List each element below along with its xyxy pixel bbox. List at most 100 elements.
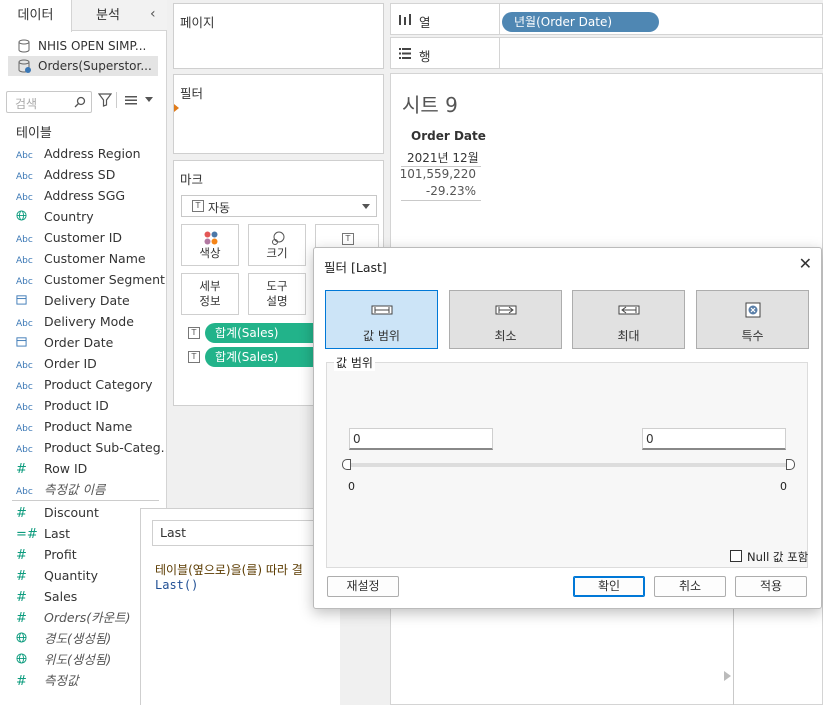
field-label: Product Name — [44, 419, 133, 434]
field-item[interactable]: Abc Address SD — [16, 164, 166, 185]
tab-analysis[interactable]: 분석 — [96, 0, 120, 31]
field-item[interactable]: Country — [16, 206, 166, 227]
field-item[interactable]: Abc Product Category — [16, 374, 166, 395]
datasource-orders[interactable]: Orders(Superstor... — [8, 56, 158, 76]
range-group-title: 값 범위 — [334, 354, 375, 371]
cancel-button[interactable]: 취소 — [654, 576, 726, 597]
filter-dialog: 필터 [Last] ✕ 값 범위 최소 최대 특수 값 범위 0 0 0 0 N… — [313, 247, 822, 609]
field-item[interactable]: Order Date — [16, 332, 166, 353]
tooltip-label: 도구 설명 — [266, 279, 288, 308]
ok-button[interactable]: 확인 — [573, 576, 645, 597]
field-item[interactable]: Abc Customer Segment — [16, 269, 166, 290]
tables-title: 테이블 — [16, 126, 52, 141]
filter-icon[interactable] — [98, 93, 112, 107]
order-date-pill[interactable]: 년월(Order Date) — [502, 12, 659, 32]
field-label: Delivery Mode — [44, 314, 134, 329]
view-list-icon[interactable] — [124, 93, 138, 107]
max-value-input[interactable]: 0 — [642, 428, 786, 450]
percent-value[interactable]: -29.23% — [426, 184, 476, 198]
tab-range[interactable]: 값 범위 — [325, 290, 438, 349]
field-label: Customer Segment — [44, 272, 165, 287]
detail-button[interactable]: 세부 정보 — [181, 273, 239, 315]
number-type-icon: # — [16, 590, 27, 605]
field-label: Last — [44, 526, 71, 541]
globe-icon — [16, 209, 44, 227]
min-value-input[interactable]: 0 — [349, 428, 493, 450]
field-label: Order ID — [44, 356, 97, 371]
special-icon — [745, 302, 761, 318]
string-type-icon: Abc — [16, 424, 33, 434]
calc-formula[interactable]: Last() — [155, 578, 198, 592]
mark-type-dropdown[interactable]: T 자동 — [181, 195, 377, 217]
include-null-checkbox[interactable] — [730, 550, 742, 562]
tab-special[interactable]: 특수 — [696, 290, 809, 349]
filters-card[interactable]: 필터 — [173, 74, 384, 154]
detail-label: 세부 정보 — [199, 279, 221, 308]
min-tick-label: 0 — [348, 480, 355, 493]
color-button[interactable]: 색상 — [181, 224, 239, 266]
close-icon[interactable]: ✕ — [799, 254, 812, 273]
range-slider-track[interactable] — [347, 463, 791, 467]
field-label: Country — [44, 209, 94, 224]
search-placeholder: 검색 — [15, 97, 38, 111]
color-dots-icon — [204, 231, 218, 245]
field-item[interactable]: Abc Order ID — [16, 353, 166, 374]
field-item[interactable]: Abc Product ID — [16, 395, 166, 416]
drop-indicator-icon — [174, 104, 179, 112]
rows-shelf[interactable]: 행 — [390, 37, 823, 69]
columns-shelf[interactable]: 열 년월(Order Date) — [390, 3, 823, 35]
collapse-pane-icon[interactable]: ‹ — [150, 6, 156, 22]
datasource-nhis[interactable]: NHIS OPEN SIMP... — [8, 36, 158, 56]
rows-label: 행 — [419, 49, 431, 64]
sales-value[interactable]: 101,559,220 — [400, 167, 476, 181]
calc-name-field[interactable]: Last — [152, 520, 332, 546]
tooltip-button[interactable]: 도구 설명 — [248, 273, 306, 315]
field-item[interactable]: # Row ID — [16, 458, 166, 479]
reset-button[interactable]: 재설정 — [327, 576, 399, 597]
pages-title: 페이지 — [180, 15, 215, 30]
tab-data[interactable]: 데이터 — [0, 0, 72, 32]
size-icon — [272, 231, 285, 245]
filters-title: 필터 — [180, 86, 204, 101]
max-tick-label: 0 — [780, 480, 787, 493]
string-type-icon: Abc — [16, 361, 33, 371]
chevron-right-icon[interactable] — [724, 671, 731, 681]
max-slider-handle[interactable] — [786, 459, 795, 470]
search-icon — [74, 96, 86, 108]
string-type-icon: Abc — [16, 235, 33, 245]
apply-button[interactable]: 적용 — [735, 576, 807, 597]
field-label: Product Sub-Categ... — [44, 440, 166, 455]
field-item[interactable]: Abc 측정값 이름 — [16, 479, 166, 500]
number-type-icon: # — [16, 611, 27, 626]
pages-card[interactable]: 페이지 — [173, 3, 384, 69]
tab-min[interactable]: 최소 — [449, 290, 562, 349]
field-item[interactable]: Abc Delivery Mode — [16, 311, 166, 332]
globe-icon — [16, 652, 44, 670]
field-item[interactable]: Abc Customer ID — [16, 227, 166, 248]
rows-icon — [399, 48, 411, 59]
field-label: Row ID — [44, 461, 88, 476]
field-item[interactable]: Abc Product Sub-Categ... — [16, 437, 166, 458]
field-item[interactable]: Delivery Date — [16, 290, 166, 311]
column-subheader[interactable]: 2021년 12월 — [407, 149, 479, 166]
number-type-icon: # — [16, 506, 27, 521]
tab-max[interactable]: 최대 — [572, 290, 685, 349]
sheet-edge — [733, 608, 734, 705]
field-label: Product Category — [44, 377, 153, 392]
dialog-title: 필터 [Last] — [324, 260, 387, 275]
size-button[interactable]: 크기 — [248, 224, 306, 266]
toolbar-divider — [116, 92, 117, 108]
field-item[interactable]: Abc Address SGG — [16, 185, 166, 206]
chevron-down-icon[interactable] — [145, 97, 153, 103]
search-field[interactable]: 검색 — [6, 91, 92, 113]
field-item[interactable]: Abc Address Region — [16, 143, 166, 164]
field-label: 측정값 이름 — [44, 482, 106, 497]
field-item[interactable]: Abc Customer Name — [16, 248, 166, 269]
field-item[interactable]: Abc Product Name — [16, 416, 166, 437]
field-label: Delivery Date — [44, 293, 130, 308]
string-type-icon: Abc — [16, 382, 33, 392]
min-slider-handle[interactable] — [342, 459, 351, 470]
pane-tabs: 데이터 분석 ‹ — [0, 0, 167, 32]
shelf-divider — [499, 4, 500, 35]
field-label: Customer ID — [44, 230, 123, 245]
